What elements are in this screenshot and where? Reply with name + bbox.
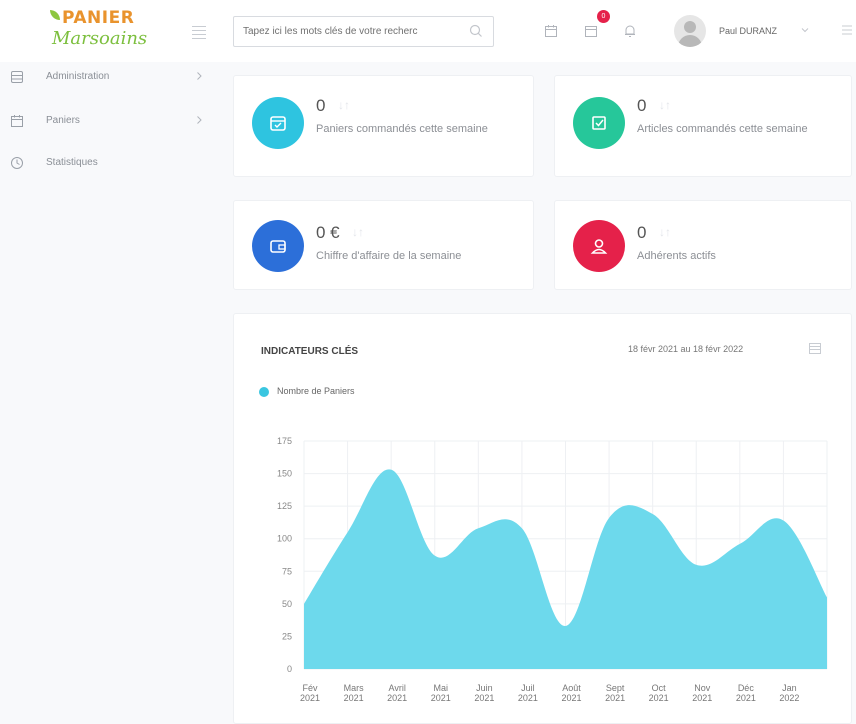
x-tick-label: Avril (388, 683, 405, 693)
stat-card-paniers: 0 ↓↑ Paniers commandés cette semaine (233, 75, 534, 177)
y-tick-label: 50 (282, 599, 292, 609)
x-tick-label: Mars (344, 683, 364, 693)
y-tick-label: 100 (277, 534, 292, 544)
search-input[interactable] (234, 17, 468, 46)
wallet-icon (252, 220, 304, 272)
sidebar-item-administration[interactable]: Administration (10, 68, 205, 88)
chevron-right-icon (197, 116, 202, 124)
x-tick-label: Sept (606, 683, 625, 693)
calendar-notification-icon[interactable] (584, 24, 598, 38)
y-tick-label: 150 (277, 469, 292, 479)
x-tick-year: 2021 (387, 693, 407, 703)
sidebar-item-statistiques[interactable]: Statistiques (10, 154, 205, 174)
bell-icon[interactable] (624, 24, 636, 38)
sidebar-item-paniers[interactable]: Paniers (10, 112, 205, 132)
x-tick-label: Jan (782, 683, 797, 693)
stat-value: 0 (637, 96, 647, 115)
x-tick-label: Mai (433, 683, 448, 693)
chevron-right-icon (197, 72, 202, 80)
avatar[interactable] (674, 15, 706, 47)
x-tick-year: 2021 (605, 693, 625, 703)
stat-description: Articles commandés cette semaine (637, 123, 808, 135)
x-tick-label: Juil (521, 683, 535, 693)
brand-line2: Marsoains (52, 28, 148, 49)
x-tick-year: 2021 (344, 693, 364, 703)
x-tick-year: 2021 (692, 693, 712, 703)
x-tick-label: Fév (302, 683, 318, 693)
x-tick-year: 2021 (518, 693, 538, 703)
stat-description: Chiffre d'affaire de la semaine (316, 250, 462, 262)
x-tick-year: 2021 (736, 693, 756, 703)
sidebar-item-label: Paniers (46, 115, 80, 126)
stat-card-articles: 0 ↓↑ Articles commandés cette semaine (554, 75, 852, 177)
calendar-check-icon (252, 97, 304, 149)
area-chart: 0255075100125150175Fév2021Mars2021Avril2… (277, 436, 828, 703)
stat-card-members: 0 ↓↑ Adhérents actifs (554, 200, 852, 290)
sidebar: Administration Paniers Statistiques (0, 62, 215, 724)
x-tick-label: Nov (694, 683, 711, 693)
y-tick-label: 75 (282, 566, 292, 576)
brand-line1: PANIER (62, 8, 135, 28)
brand-logo[interactable]: PANIER Marsoains (42, 6, 162, 54)
calendar-icon[interactable] (544, 24, 558, 38)
clock-icon (11, 157, 23, 169)
stat-description: Adhérents actifs (637, 250, 716, 262)
notification-badge: 0 (597, 10, 610, 23)
sort-icon: ↓↑ (659, 225, 671, 239)
stat-value: 0 (637, 223, 647, 242)
side-menu-icon[interactable] (842, 24, 852, 36)
search-icon[interactable] (469, 24, 483, 38)
chevron-down-icon[interactable] (800, 25, 810, 35)
y-tick-label: 125 (277, 501, 292, 511)
x-tick-label: Oct (652, 683, 667, 693)
user-name[interactable]: Paul DURANZ (719, 26, 777, 36)
sidebar-item-label: Statistiques (46, 157, 98, 168)
stat-description: Paniers commandés cette semaine (316, 123, 488, 135)
x-tick-year: 2021 (300, 693, 320, 703)
x-tick-year: 2021 (649, 693, 669, 703)
stat-card-revenue: 0 € ↓↑ Chiffre d'affaire de la semaine (233, 200, 534, 290)
y-tick-label: 175 (277, 436, 292, 446)
calendar-icon (11, 115, 23, 127)
x-tick-year: 2021 (474, 693, 494, 703)
key-indicators-card: INDICATEURS CLÉS 18 févr 2021 au 18 févr… (233, 313, 852, 724)
search-box (233, 16, 494, 47)
user-icon (573, 220, 625, 272)
header: PANIER Marsoains 0 Paul DURANZ (0, 0, 856, 62)
checkbox-icon (573, 97, 625, 149)
x-tick-year: 2021 (431, 693, 451, 703)
stat-value: 0 (316, 96, 326, 115)
database-icon (11, 71, 23, 83)
sort-icon: ↓↑ (352, 225, 364, 239)
x-tick-year: 2022 (779, 693, 799, 703)
menu-toggle-icon[interactable] (192, 26, 206, 42)
stat-value: 0 € (316, 223, 340, 242)
x-tick-label: Juin (476, 683, 493, 693)
y-tick-label: 25 (282, 631, 292, 641)
x-tick-label: Déc (738, 683, 755, 693)
y-tick-label: 0 (287, 664, 292, 674)
sidebar-item-label: Administration (46, 71, 110, 82)
sort-icon: ↓↑ (659, 98, 671, 112)
x-tick-year: 2021 (561, 693, 581, 703)
x-tick-label: Août (562, 683, 581, 693)
sort-icon: ↓↑ (338, 98, 350, 112)
